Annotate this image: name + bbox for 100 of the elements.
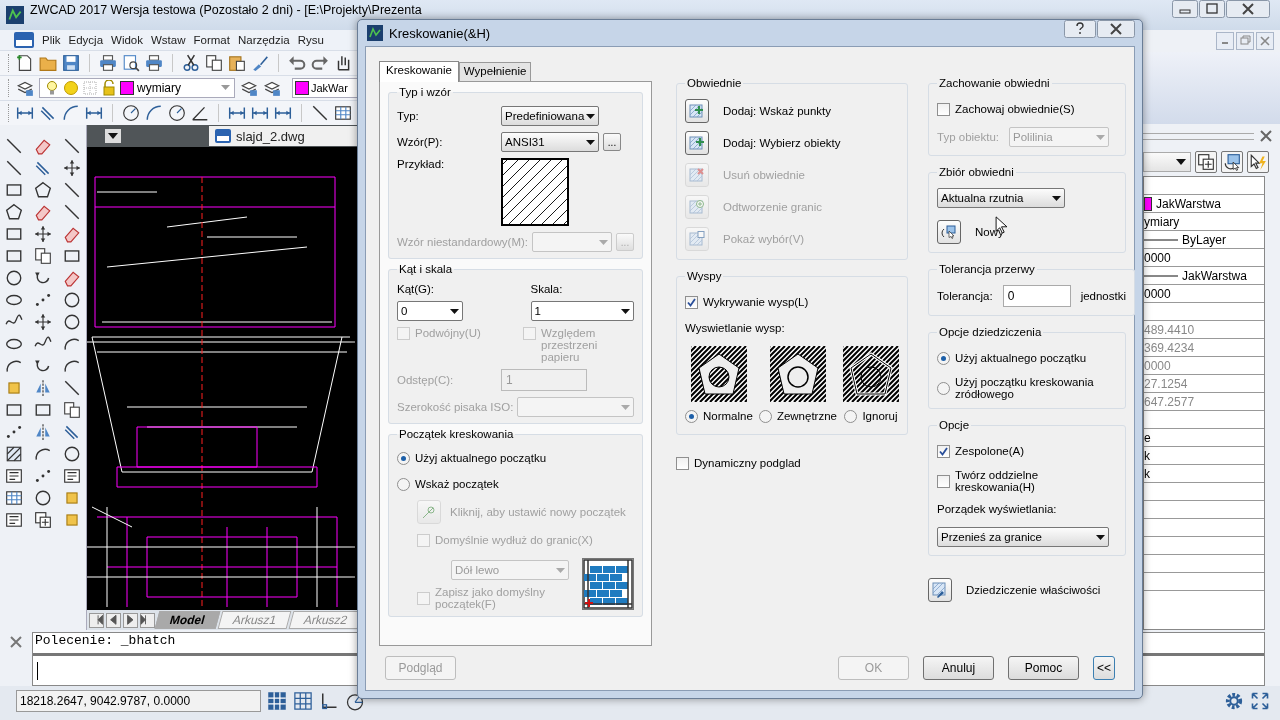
arc-dimension-icon[interactable]: [145, 104, 163, 122]
linear-dimension-icon[interactable]: [274, 104, 292, 122]
grid-icon[interactable]: [293, 691, 313, 711]
rectangle-icon[interactable]: [5, 181, 24, 199]
folder-icon[interactable]: [39, 54, 57, 72]
radius-icon[interactable]: [122, 104, 140, 122]
copy-objects-icon[interactable]: [34, 511, 52, 529]
tab[interactable]: Kreskowanie: [379, 61, 459, 82]
radio-button[interactable]: [937, 351, 950, 365]
paintbrush-icon[interactable]: [251, 54, 269, 72]
eraser-icon[interactable]: [62, 269, 81, 287]
first-page-button[interactable]: [89, 612, 104, 628]
print-preview-icon[interactable]: [122, 54, 140, 72]
move-icon[interactable]: [34, 225, 52, 243]
last-page-button[interactable]: [140, 612, 155, 628]
checkbox[interactable]: [676, 456, 689, 470]
radio-button[interactable]: [685, 409, 698, 423]
close-button[interactable]: [1226, 0, 1270, 18]
table-icon[interactable]: [5, 489, 24, 507]
rectangle-icon[interactable]: [5, 401, 24, 419]
maximize-button[interactable]: [1199, 0, 1225, 18]
points-icon[interactable]: [5, 423, 24, 441]
checkbox[interactable]: [937, 474, 950, 488]
minimize-button[interactable]: [1216, 32, 1234, 50]
dropdown[interactable]: Aktualna rzutnia: [937, 188, 1065, 208]
layout-tab[interactable]: Model: [154, 611, 221, 629]
copy-icon[interactable]: [62, 401, 81, 419]
dropdown[interactable]: 1: [530, 301, 634, 321]
fullscreen-icon[interactable]: [1250, 691, 1270, 711]
radio-button[interactable]: [937, 381, 950, 395]
dotted-square-icon[interactable]: [82, 80, 98, 96]
polygon-icon[interactable]: [34, 181, 52, 199]
line-icon[interactable]: [62, 379, 81, 397]
text-icon[interactable]: [62, 467, 81, 485]
quick-select-icon[interactable]: [1247, 151, 1269, 173]
checkbox[interactable]: [937, 102, 950, 116]
help-button[interactable]: [1064, 20, 1096, 38]
close-icon[interactable]: [1260, 130, 1272, 142]
line-icon[interactable]: [62, 181, 81, 199]
checkbox[interactable]: [685, 295, 698, 309]
dropdown[interactable]: 0: [397, 301, 463, 321]
linear-dimension-icon[interactable]: [228, 104, 246, 122]
cancel-button[interactable]: Anuluj: [923, 656, 994, 680]
icon-button[interactable]: [937, 220, 961, 244]
menu-item[interactable]: Widok: [111, 34, 143, 46]
previous-button[interactable]: [106, 612, 121, 628]
menu-item[interactable]: Format: [193, 34, 230, 46]
browse-button[interactable]: ...: [603, 133, 621, 151]
undo-icon[interactable]: [288, 54, 306, 72]
scissors-icon[interactable]: [182, 54, 200, 72]
padlock-icon[interactable]: [101, 80, 117, 96]
angle-icon[interactable]: [191, 104, 209, 122]
rectangle-icon[interactable]: [5, 225, 24, 243]
input-field[interactable]: 0: [1002, 285, 1071, 307]
layer-stack-icon[interactable]: [240, 79, 258, 97]
close-button[interactable]: [1097, 20, 1135, 38]
light-bulb-icon[interactable]: [44, 80, 60, 96]
circle-icon[interactable]: [5, 269, 24, 287]
eraser-icon[interactable]: [34, 137, 52, 155]
minimize-button[interactable]: [1172, 0, 1198, 18]
radius-icon[interactable]: [168, 104, 186, 122]
menu-item[interactable]: Plik: [42, 34, 61, 46]
grip-handle[interactable]: [1143, 132, 1254, 140]
settings-icon[interactable]: [1224, 691, 1244, 711]
close-icon[interactable]: [10, 636, 22, 648]
table-icon[interactable]: [334, 104, 352, 122]
circle-icon[interactable]: [62, 445, 81, 463]
dropdown[interactable]: Predefiniowana: [501, 106, 599, 126]
line-icon[interactable]: [311, 104, 329, 122]
circle-icon[interactable]: [62, 313, 81, 331]
radio-button[interactable]: [397, 477, 410, 491]
radio-button[interactable]: [844, 409, 858, 423]
points-icon[interactable]: [34, 467, 52, 485]
help-button[interactable]: Pomoc: [1008, 656, 1079, 680]
circle-icon[interactable]: [62, 291, 81, 309]
select-objects-icon[interactable]: [1221, 151, 1243, 173]
line-icon[interactable]: [62, 137, 81, 155]
copy-icon[interactable]: [34, 247, 52, 265]
collapse-button[interactable]: <<: [1093, 656, 1115, 680]
text-icon[interactable]: [5, 511, 24, 529]
brick-pattern-icon[interactable]: [582, 558, 634, 610]
eraser-icon[interactable]: [34, 203, 52, 221]
hatch-icon[interactable]: [5, 445, 24, 463]
aligned-dimension-icon[interactable]: [62, 423, 81, 441]
new-file-icon[interactable]: [16, 54, 34, 72]
arc-dimension-icon[interactable]: [62, 104, 80, 122]
layer-stack-icon[interactable]: [263, 79, 281, 97]
line-icon[interactable]: [62, 203, 81, 221]
rectangle-icon[interactable]: [5, 247, 24, 265]
linear-dimension-icon[interactable]: [16, 104, 34, 122]
menu-item[interactable]: Edycja: [68, 34, 104, 46]
menu-item[interactable]: Narzędzia: [237, 34, 290, 46]
aligned-dimension-icon[interactable]: [39, 104, 57, 122]
line-icon[interactable]: [5, 159, 24, 177]
dropdown[interactable]: ANSI31: [501, 132, 599, 152]
icon-button[interactable]: [685, 131, 709, 155]
redo-icon[interactable]: [311, 54, 329, 72]
menu-item[interactable]: Wstaw: [151, 34, 186, 46]
ortho-icon[interactable]: [319, 691, 339, 711]
menu-item[interactable]: Rysu: [297, 34, 324, 46]
